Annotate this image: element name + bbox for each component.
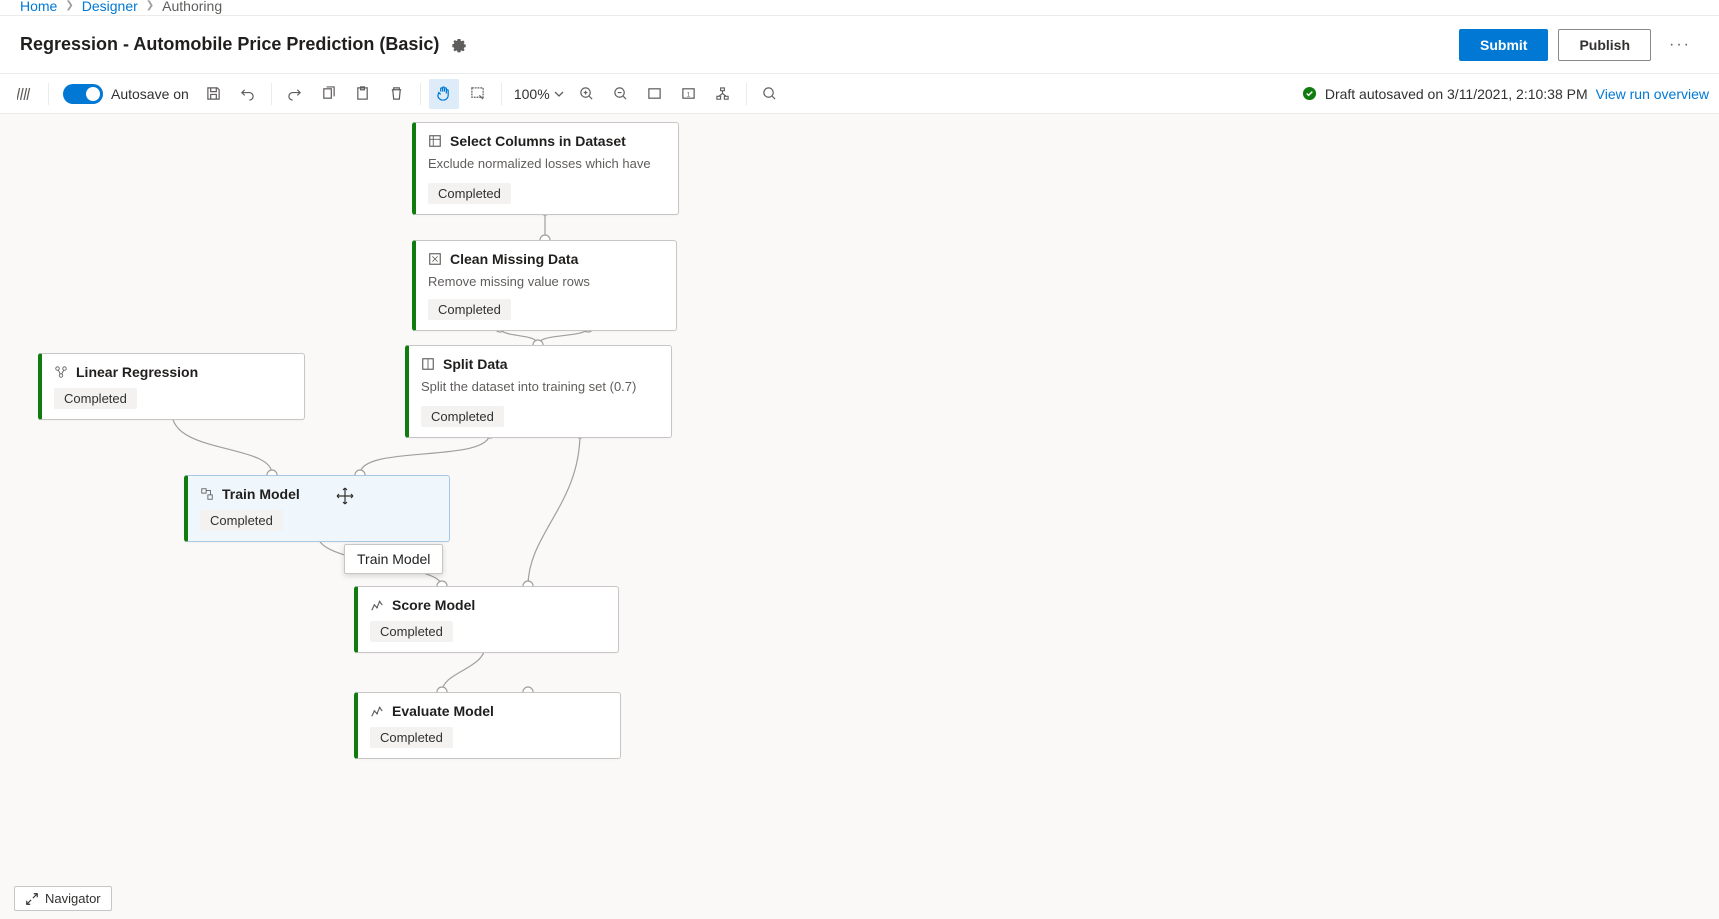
breadcrumb-home[interactable]: Home — [20, 0, 57, 14]
node-clean-missing-data[interactable]: Clean Missing Data Remove missing value … — [412, 240, 677, 331]
publish-button[interactable]: Publish — [1558, 29, 1651, 61]
node-score-model[interactable]: Score Model Completed — [354, 586, 619, 653]
pan-select-button[interactable] — [429, 79, 459, 109]
redo-button[interactable] — [280, 79, 310, 109]
breadcrumb: Home ❯ Designer ❯ Authoring — [0, 0, 1719, 16]
node-evaluate-model[interactable]: Evaluate Model Completed — [354, 692, 621, 759]
node-tooltip: Train Model — [344, 544, 443, 574]
page-header: Regression - Automobile Price Prediction… — [0, 16, 1719, 74]
dataset-icon — [428, 134, 442, 148]
node-status: Completed — [370, 621, 453, 642]
node-title: Clean Missing Data — [450, 251, 578, 267]
select-tool-button[interactable] — [463, 79, 493, 109]
chevron-down-icon — [554, 89, 564, 99]
train-icon — [200, 487, 214, 501]
clean-icon — [428, 252, 442, 266]
view-run-overview-link[interactable]: View run overview — [1596, 86, 1709, 102]
node-description: Split the dataset into training set (0.7… — [421, 378, 659, 398]
delete-button[interactable] — [382, 79, 412, 109]
pipeline-title: Regression - Automobile Price Prediction… — [20, 34, 439, 55]
node-select-columns[interactable]: Select Columns in Dataset Exclude normal… — [412, 122, 679, 215]
chevron-right-icon: ❯ — [146, 0, 154, 11]
fit-screen-button[interactable] — [640, 79, 670, 109]
toolbar: Autosave on 100% — [0, 74, 1719, 114]
save-button[interactable] — [199, 79, 229, 109]
node-title: Select Columns in Dataset — [450, 133, 626, 149]
auto-layout-button[interactable] — [708, 79, 738, 109]
split-icon — [421, 357, 435, 371]
undo-button[interactable] — [233, 79, 263, 109]
node-train-model[interactable]: Train Model Completed — [184, 475, 450, 542]
expand-icon — [25, 892, 39, 906]
breadcrumb-designer[interactable]: Designer — [82, 0, 138, 14]
node-title: Split Data — [443, 356, 508, 372]
zoom-in-button[interactable] — [572, 79, 602, 109]
node-status: Completed — [200, 510, 283, 531]
node-title: Train Model — [222, 486, 300, 502]
pipeline-canvas[interactable]: Select Columns in Dataset Exclude normal… — [0, 114, 1719, 919]
breadcrumb-current: Authoring — [162, 0, 222, 14]
copy-button[interactable] — [314, 79, 344, 109]
score-icon — [370, 598, 384, 612]
gear-icon[interactable] — [451, 37, 467, 53]
node-status: Completed — [428, 183, 511, 204]
node-title: Score Model — [392, 597, 475, 613]
algorithm-icon — [54, 365, 68, 379]
node-description: Exclude normalized losses which have man… — [428, 155, 666, 175]
paste-button[interactable] — [348, 79, 378, 109]
node-status: Completed — [54, 388, 137, 409]
svg-text:1: 1 — [687, 91, 691, 98]
autosave-label: Autosave on — [111, 86, 189, 102]
search-button[interactable] — [755, 79, 785, 109]
more-menu-button[interactable]: ··· — [1661, 32, 1699, 58]
node-status: Completed — [370, 727, 453, 748]
node-split-data[interactable]: Split Data Split the dataset into traini… — [405, 345, 672, 438]
zoom-level[interactable]: 100% — [510, 86, 568, 102]
navigator-button[interactable]: Navigator — [14, 886, 112, 911]
zoom-out-button[interactable] — [606, 79, 636, 109]
node-title: Linear Regression — [76, 364, 198, 380]
asset-library-button[interactable] — [10, 79, 40, 109]
node-status: Completed — [428, 299, 511, 320]
autosave-status-text: Draft autosaved on 3/11/2021, 2:10:38 PM — [1325, 86, 1588, 102]
navigator-label: Navigator — [45, 891, 101, 906]
evaluate-icon — [370, 704, 384, 718]
autosave-toggle[interactable] — [63, 84, 103, 104]
chevron-right-icon: ❯ — [65, 0, 73, 11]
node-description: Remove missing value rows — [428, 273, 664, 291]
node-title: Evaluate Model — [392, 703, 494, 719]
status-ok-icon — [1302, 86, 1317, 101]
submit-button[interactable]: Submit — [1459, 29, 1548, 61]
actual-size-button[interactable]: 1 — [674, 79, 704, 109]
node-linear-regression[interactable]: Linear Regression Completed — [38, 353, 305, 420]
node-status: Completed — [421, 406, 504, 427]
